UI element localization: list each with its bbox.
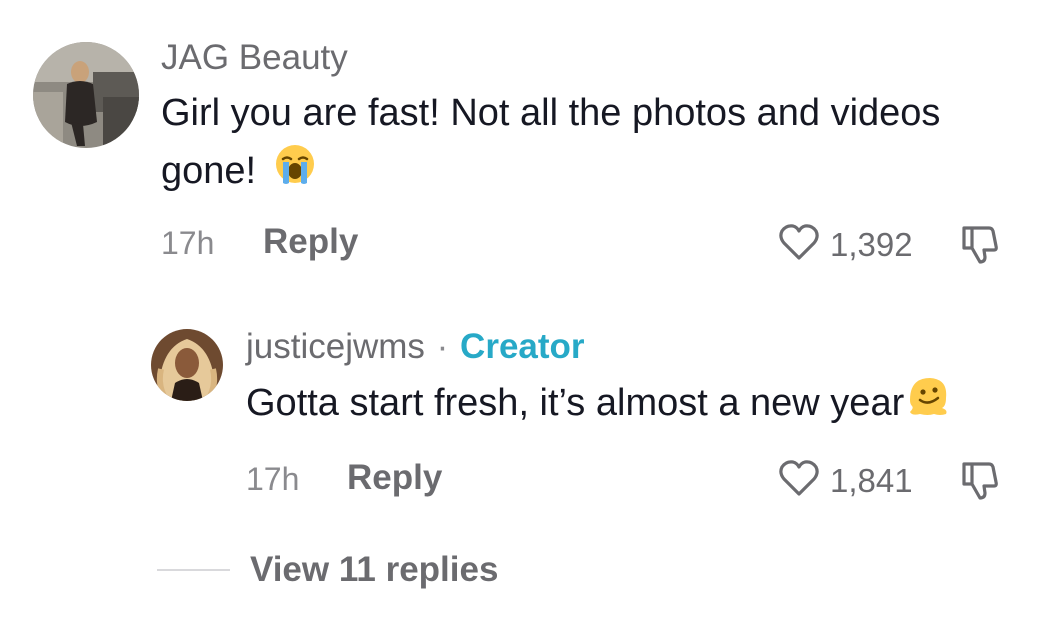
comment-text-line: Girl you are fast! Not all the photos an… <box>161 92 941 134</box>
dislike-icon[interactable] <box>960 224 1000 271</box>
view-replies-button[interactable]: View 11 replies <box>250 550 498 590</box>
avatar-image <box>33 42 139 148</box>
reply-button[interactable]: Reply <box>347 458 442 498</box>
like-count: 1,841 <box>830 461 913 499</box>
heart-icon[interactable] <box>778 458 820 503</box>
comment-text: Girl you are fast! Not all the photos an… <box>161 84 1021 203</box>
like-group: 1,841 <box>778 458 913 503</box>
comment-timestamp: 17h <box>161 225 215 261</box>
reply-button[interactable]: Reply <box>263 222 358 262</box>
like-count: 1,392 <box>830 225 913 263</box>
creator-badge: Creator <box>460 327 585 366</box>
view-replies-divider <box>157 569 230 571</box>
comment-text-line: gone! <box>161 142 1021 203</box>
reply-username: justicejwms · Creator <box>246 327 585 367</box>
heart-icon[interactable] <box>778 222 820 267</box>
dislike-icon[interactable] <box>960 460 1000 507</box>
reply-timestamp: 17h <box>246 461 300 497</box>
comment-username[interactable]: JAG Beauty <box>161 38 348 78</box>
separator-dot: · <box>436 327 449 366</box>
comment-text-line-end: gone! <box>161 150 257 192</box>
reply-text-content: Gotta start fresh, it’s almost a new yea… <box>246 382 905 424</box>
like-group: 1,392 <box>778 222 913 267</box>
username-text[interactable]: JAG Beauty <box>161 38 348 77</box>
reply-text: Gotta start fresh, it’s almost a new yea… <box>246 374 1026 435</box>
username-text[interactable]: justicejwms <box>246 327 425 366</box>
loudly-crying-face-icon <box>273 142 317 203</box>
avatar-jag-beauty[interactable] <box>33 42 139 148</box>
avatar-justicejwms[interactable] <box>151 329 223 401</box>
avatar-image <box>151 329 223 401</box>
melting-face-icon <box>906 374 950 435</box>
